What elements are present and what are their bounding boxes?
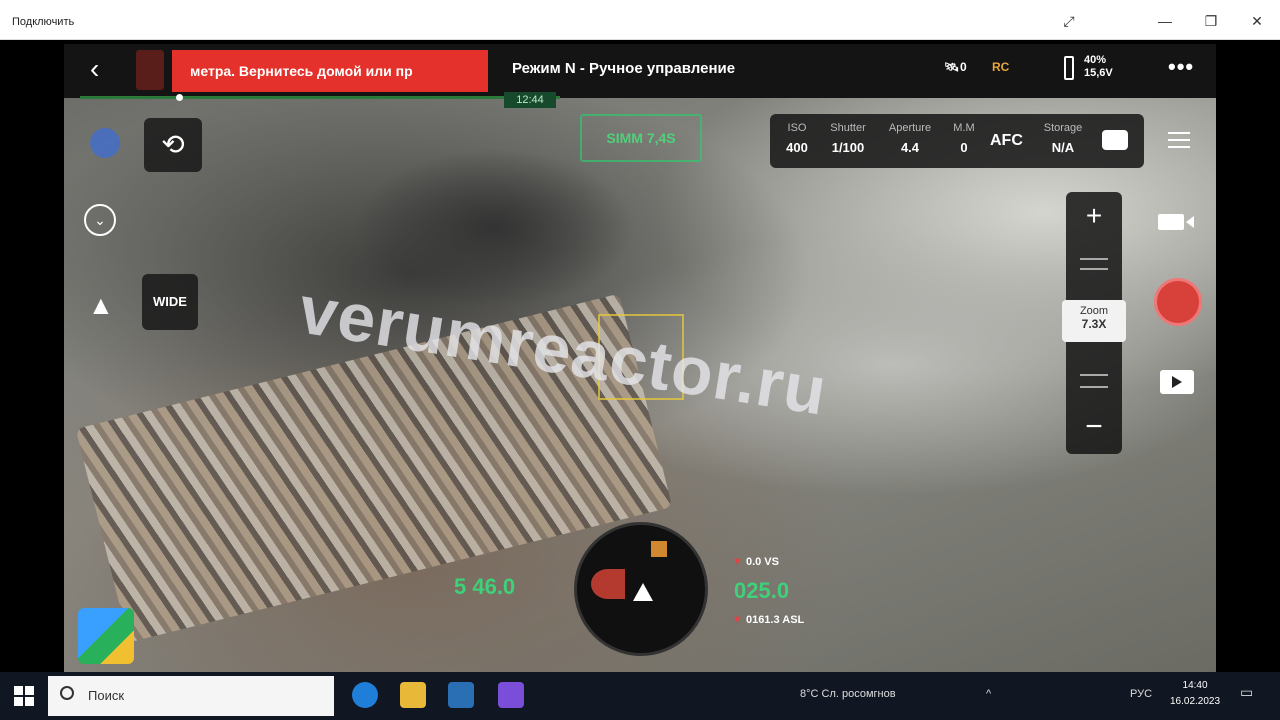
clock-date: 16.02.2023 [1170,696,1221,707]
more-menu-icon[interactable]: ••• [1168,54,1194,80]
home-marker [651,541,667,557]
flight-route-button[interactable]: ⟲ [144,118,202,172]
clock-time: 14:40 [1182,680,1208,691]
shutter-label: Shutter [830,122,866,134]
flight-time: 12:44 [504,92,556,108]
notification-icon[interactable]: ▭ [1240,684,1253,701]
window-title-bar: Подключить ⤢ — ❐ ✕ [0,0,1280,40]
aperture-value[interactable]: 4.4 [878,140,942,155]
flight-top-bar: ‹ метра. Вернитесь домой или пр Режим N … [64,44,1216,98]
language-indicator[interactable]: РУС [1130,688,1152,700]
vs-readout: 0.0 VS [745,556,779,568]
window-title: Подключить [12,16,75,28]
system-clock[interactable]: 14:40 16.02.2023 [1170,678,1220,710]
warning-banner[interactable]: метра. Вернитесь домой или пр [172,50,488,92]
battery-status: 40% 15,6V [1084,54,1113,80]
zoom-out-button[interactable]: − [1066,410,1122,444]
zoom-tick [1080,268,1108,270]
speed-readout: 5 46.0 [454,574,516,599]
height-readout: 025.0 [734,578,790,603]
tray-chevron-icon[interactable]: ^ [986,688,991,700]
app-icon[interactable] [498,682,524,708]
battery-percent: 40% [1084,54,1107,66]
focus-mode[interactable]: AFC [990,132,1023,150]
close-button[interactable]: ✕ [1248,12,1266,30]
wide-camera-button[interactable]: WIDE [142,274,198,330]
satellite-count: 0 [960,60,967,74]
taskbar: Поиск 8°C Сл. росомгнов ^ РУС 14:40 16.0… [0,672,1280,720]
camera-settings-panel[interactable]: ISO 400 Shutter 1/100 Aperture 4.4 M.M 0… [770,114,1144,168]
zoom-tick [1080,374,1108,376]
zoom-in-button[interactable]: + [1066,200,1122,232]
distance-readout: SIMM 7,4S [580,114,702,162]
shutter-value[interactable]: 1/100 [820,140,876,155]
edge-browser-icon[interactable] [352,682,378,708]
file-explorer-icon[interactable] [400,682,426,708]
route-icon: ⟲ [161,129,185,160]
settings-sliders-icon[interactable] [1166,128,1192,152]
aircraft-arrow-icon [633,583,653,601]
rc-signal: RC [992,60,1010,74]
zoom-tick [1080,258,1108,260]
vs-indicator: ▼ 0.0 VS [732,556,779,568]
battery-icon [1064,56,1074,80]
flight-mode: Режим N - Ручное управление [512,60,736,77]
search-icon [60,686,74,700]
camera-icon[interactable] [1102,130,1128,150]
zoom-level-indicator[interactable]: Zoom 7.3X [1062,300,1126,342]
drone-thumbnail [136,50,164,90]
gimbal-icon[interactable]: ⌄ [84,204,116,236]
compass-arrow-icon: ▲ [88,290,114,320]
attitude-indicator [574,522,708,656]
aperture-label: Aperture [888,122,932,134]
asl-indicator: ▼ 0161.3 ASL [732,614,804,626]
battery-voltage: 15,6V [1084,67,1113,79]
start-button[interactable] [14,686,34,706]
video-mode-icon[interactable] [1156,210,1196,234]
flight-progress-bar [80,96,560,99]
asl-readout: 0161.3 ASL [745,614,805,626]
mm-value[interactable]: 0 [946,140,982,155]
location-icon[interactable] [90,128,120,158]
satellite-icon: 🛰 [944,60,960,74]
iso-label: ISO [787,122,807,134]
back-button[interactable]: ‹ [90,54,114,84]
store-icon[interactable] [448,682,474,708]
storage-label: Storage [1043,122,1083,134]
iso-value[interactable]: 400 [782,140,812,155]
search-placeholder: Поиск [88,688,125,703]
weather-widget[interactable]: 8°C Сл. росомгнов [800,688,896,700]
heading-marker [591,569,625,599]
maximize-button[interactable]: ❐ [1202,12,1220,30]
taskbar-search[interactable]: Поиск [48,676,334,716]
mm-label: M.M [953,122,975,134]
asl-marker-icon: ▼ [732,614,746,626]
resize-icon[interactable]: ⤢ [1060,12,1078,30]
zoom-label: Zoom [1079,305,1109,317]
playback-button[interactable] [1160,370,1194,394]
vs-marker-icon: ▼ [732,556,746,568]
zoom-tick [1080,386,1108,388]
shutter-record-button[interactable] [1154,278,1202,326]
storage-value: N/A [1051,140,1075,155]
zoom-value: 7.3X [1081,317,1107,331]
progress-marker [176,94,183,101]
mini-map-button[interactable] [78,608,134,664]
minimize-button[interactable]: — [1156,12,1174,30]
